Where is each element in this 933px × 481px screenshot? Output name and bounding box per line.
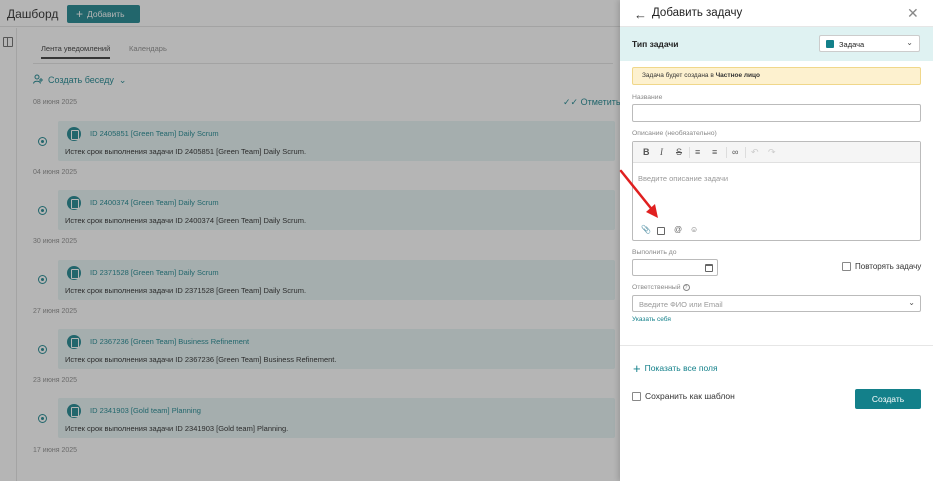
mention-icon[interactable]: @ bbox=[674, 225, 682, 234]
save-as-template-checkbox[interactable]: Сохранить как шаблон bbox=[632, 391, 735, 401]
template-icon[interactable] bbox=[657, 227, 665, 235]
responsible-select[interactable]: Введите ФИО или Email ⌄ bbox=[632, 295, 921, 312]
repeat-task-label: Повторять задачу bbox=[855, 262, 922, 271]
section-divider bbox=[620, 345, 933, 346]
bullet-list-icon[interactable]: ≡ bbox=[695, 147, 700, 157]
bold-icon[interactable]: B bbox=[643, 147, 650, 157]
due-date-input[interactable] bbox=[632, 259, 718, 276]
close-icon[interactable]: ✕ bbox=[907, 5, 919, 22]
annotation-arrow-icon bbox=[619, 169, 658, 218]
panel-title: Добавить задачу bbox=[652, 7, 743, 19]
plus-icon: + bbox=[633, 361, 641, 376]
task-type-value: Задача bbox=[839, 40, 865, 49]
save-as-template-label: Сохранить как шаблон bbox=[645, 391, 735, 401]
workspace-warning: Задача будет создана в Частное лицо bbox=[632, 67, 921, 85]
chevron-down-icon: ⌄ bbox=[908, 298, 915, 307]
info-icon[interactable]: ? bbox=[682, 284, 690, 291]
show-all-fields-label: Показать все поля bbox=[644, 363, 718, 373]
task-type-row: Тип задачи Задача ⌄ bbox=[620, 27, 933, 61]
responsible-label-row: Ответственный? bbox=[632, 284, 690, 291]
numbered-list-icon[interactable]: ≡ bbox=[712, 147, 717, 157]
redo-icon[interactable]: ↷ bbox=[768, 147, 776, 158]
show-all-fields-button[interactable]: + Показать все поля bbox=[633, 361, 718, 376]
chevron-down-icon: ⌄ bbox=[906, 38, 913, 47]
task-type-label: Тип задачи bbox=[632, 39, 679, 49]
assign-self-link[interactable]: Указать себя bbox=[632, 316, 671, 323]
toolbar-separator bbox=[726, 147, 727, 158]
name-label: Название bbox=[632, 94, 663, 101]
modal-backdrop[interactable] bbox=[0, 0, 620, 481]
warning-text: Задача будет создана в bbox=[642, 72, 716, 79]
due-date-label: Выполнить до bbox=[632, 249, 677, 256]
back-arrow-icon[interactable]: ← bbox=[634, 7, 647, 22]
attachment-icon[interactable]: 📎 bbox=[641, 225, 651, 234]
link-icon[interactable]: ∞ bbox=[732, 147, 738, 157]
responsible-label: Ответственный bbox=[632, 284, 681, 291]
editor-toolbar: B I S ≡ ≡ ∞ ↶ ↷ bbox=[633, 142, 920, 163]
warning-workspace-name: Частное лицо bbox=[715, 72, 760, 79]
add-task-panel: ← Добавить задачу ✕ Тип задачи Задача ⌄ … bbox=[620, 0, 933, 481]
strikethrough-icon[interactable]: S bbox=[676, 147, 682, 157]
task-type-icon bbox=[826, 40, 834, 48]
calendar-icon[interactable] bbox=[705, 264, 713, 272]
checkbox[interactable] bbox=[632, 392, 641, 401]
italic-icon[interactable]: I bbox=[660, 147, 663, 157]
description-label: Описание (необязательно) bbox=[632, 130, 717, 137]
checkbox[interactable] bbox=[842, 262, 851, 271]
undo-icon[interactable]: ↶ bbox=[751, 147, 759, 158]
task-type-select[interactable]: Задача ⌄ bbox=[819, 35, 920, 52]
description-editor[interactable]: B I S ≡ ≡ ∞ ↶ ↷ Введите описание задачи … bbox=[632, 141, 921, 241]
toolbar-separator bbox=[689, 147, 690, 158]
toolbar-separator bbox=[745, 147, 746, 158]
name-input[interactable] bbox=[632, 104, 921, 122]
responsible-placeholder: Введите ФИО или Email bbox=[639, 300, 723, 309]
create-button[interactable]: Создать bbox=[855, 389, 921, 409]
repeat-task-checkbox[interactable]: Повторять задачу bbox=[842, 262, 921, 271]
emoji-icon[interactable]: ☺ bbox=[690, 225, 698, 234]
